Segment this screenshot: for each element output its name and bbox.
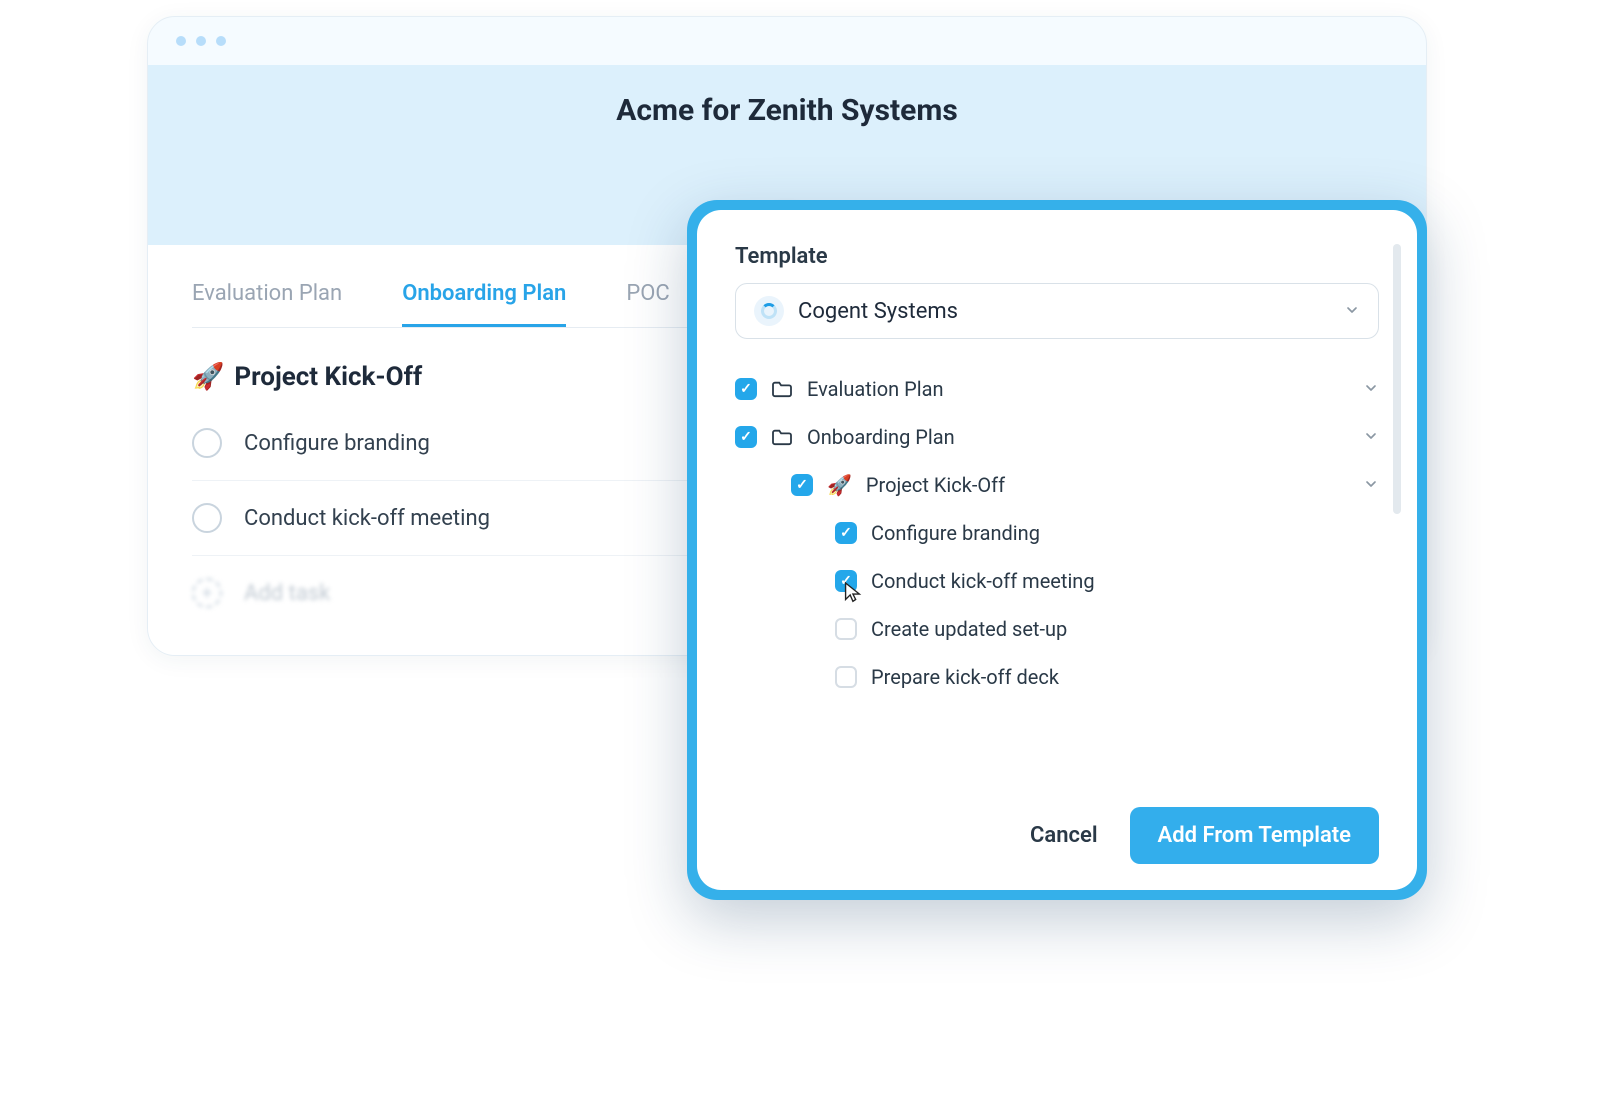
page-title: Acme for Zenith Systems (148, 65, 1426, 128)
template-select[interactable]: Cogent Systems (735, 283, 1379, 339)
folder-icon (771, 428, 793, 446)
template-tree: Evaluation Plan Onboarding Plan 🚀 (735, 365, 1379, 791)
tree-subgroup-row[interactable]: 🚀 Project Kick-Off (735, 461, 1379, 509)
template-modal-frame: Template Cogent Systems Evaluation Plan (687, 200, 1427, 900)
tree-label: Evaluation Plan (807, 377, 944, 401)
chevron-down-icon[interactable] (1363, 473, 1379, 497)
task-radio[interactable] (192, 428, 222, 458)
tab-poc[interactable]: POC (626, 281, 669, 327)
section-title-text: Project Kick-Off (234, 362, 422, 392)
template-select-value: Cogent Systems (798, 299, 958, 324)
tree-label: Onboarding Plan (807, 425, 955, 449)
checkbox[interactable] (735, 426, 757, 448)
tree-label: Conduct kick-off meeting (871, 569, 1095, 593)
task-radio[interactable] (192, 503, 222, 533)
spinner-icon (754, 296, 784, 326)
checkbox[interactable] (835, 666, 857, 688)
tree-item-row[interactable]: Conduct kick-off meeting (735, 557, 1379, 605)
rocket-icon: 🚀 (192, 362, 224, 392)
checkbox[interactable] (791, 474, 813, 496)
cancel-button[interactable]: Cancel (1030, 823, 1098, 848)
folder-icon (771, 380, 793, 398)
add-from-template-button[interactable]: Add From Template (1130, 807, 1379, 864)
add-task-label: Add task (244, 581, 330, 606)
checkbox[interactable] (835, 618, 857, 640)
tab-evaluation-plan[interactable]: Evaluation Plan (192, 281, 342, 327)
chevron-down-icon[interactable] (1363, 425, 1379, 449)
task-label: Configure branding (244, 431, 430, 456)
tree-label: Configure branding (871, 521, 1040, 545)
tree-plan-row[interactable]: Onboarding Plan (735, 413, 1379, 461)
tree-plan-row[interactable]: Evaluation Plan (735, 365, 1379, 413)
tree-item-row[interactable]: Create updated set-up (735, 605, 1379, 653)
task-label: Conduct kick-off meeting (244, 506, 490, 531)
scrollbar[interactable] (1393, 244, 1401, 514)
plus-icon: + (192, 578, 222, 608)
rocket-icon: 🚀 (827, 473, 852, 497)
template-modal: Template Cogent Systems Evaluation Plan (697, 210, 1417, 890)
window-dot (216, 36, 226, 46)
window-titlebar (148, 17, 1426, 65)
chevron-down-icon (1344, 299, 1360, 324)
tree-item-row[interactable]: Configure branding (735, 509, 1379, 557)
chevron-down-icon[interactable] (1363, 377, 1379, 401)
tab-onboarding-plan[interactable]: Onboarding Plan (402, 281, 566, 327)
tree-label: Prepare kick-off deck (871, 665, 1059, 689)
tree-item-row[interactable]: Prepare kick-off deck (735, 653, 1379, 701)
checkbox[interactable] (735, 378, 757, 400)
template-field-label: Template (735, 244, 1379, 269)
checkbox[interactable] (835, 522, 857, 544)
tree-label: Project Kick-Off (866, 473, 1005, 497)
tree-label: Create updated set-up (871, 617, 1067, 641)
window-dot (196, 36, 206, 46)
window-dot (176, 36, 186, 46)
cursor-icon (841, 581, 863, 607)
